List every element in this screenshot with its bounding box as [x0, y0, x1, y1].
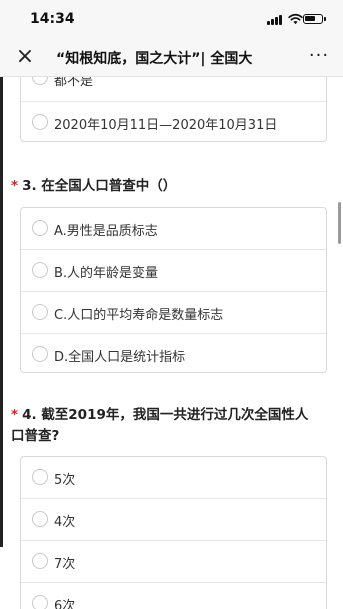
nav-bar: × “知根知底，国之大计”| 全国大 ···	[0, 38, 343, 77]
option-label: 4次	[54, 515, 76, 530]
page-title: “知根知底，国之大计”| 全国大	[56, 51, 253, 67]
left-edge-divider	[0, 77, 3, 547]
cellular-signal-icon	[267, 14, 283, 25]
q2-option-none[interactable]: 都不是	[21, 77, 326, 102]
radio-button[interactable]	[32, 553, 48, 569]
option-label: B.人的年龄是变量	[54, 266, 159, 281]
q2-option-date-range[interactable]: 2020年10月11日—2020年10月31日	[21, 102, 326, 142]
q4-option-5[interactable]: 5次	[21, 457, 326, 499]
option-label: 7次	[54, 557, 76, 572]
q3-title: * 3. 在全国人口普查中（）	[11, 176, 311, 197]
option-label: 都不是	[54, 77, 94, 89]
radio-button[interactable]	[32, 469, 48, 485]
close-button[interactable]: ×	[12, 44, 38, 70]
option-label: 5次	[54, 473, 76, 488]
radio-button[interactable]	[32, 262, 48, 278]
q3-option-b[interactable]: B.人的年龄是变量	[21, 250, 326, 292]
radio-button[interactable]	[32, 114, 48, 130]
q4-option-4[interactable]: 4次	[21, 499, 326, 541]
option-label: D.全国人口是统计指标	[54, 350, 186, 365]
survey-content[interactable]: 都不是 2020年10月11日—2020年10月31日 * 3. 在全国人口普查中…	[0, 77, 343, 609]
radio-button[interactable]	[32, 511, 48, 527]
option-label: 6次	[54, 599, 76, 609]
q4-option-7[interactable]: 7次	[21, 541, 326, 583]
wifi-icon	[288, 13, 303, 25]
radio-button[interactable]	[32, 346, 48, 362]
radio-button[interactable]	[32, 304, 48, 320]
radio-button[interactable]	[32, 220, 48, 236]
battery-icon	[303, 14, 326, 24]
radio-button[interactable]	[32, 595, 48, 609]
required-marker: *	[11, 178, 19, 194]
q4-option-6[interactable]: 6次	[21, 583, 326, 609]
more-menu-button[interactable]: ···	[307, 44, 331, 70]
q4-title-text: 4. 截至2019年，我国一共进行过几次全国性人口普查?	[11, 407, 309, 444]
option-label: A.男性是品质标志	[54, 224, 158, 239]
q3-options-group: A.男性是品质标志 B.人的年龄是变量 C.人口的平均寿命是数量标志 D.全国人…	[20, 207, 327, 373]
status-time: 14:34	[30, 11, 75, 27]
status-bar: 14:34	[0, 0, 343, 38]
q3-option-d[interactable]: D.全国人口是统计指标	[21, 334, 326, 375]
q4-options-group: 5次 4次 7次 6次	[20, 456, 327, 609]
radio-button[interactable]	[32, 77, 48, 85]
q3-title-text: 3. 在全国人口普查中（）	[22, 178, 177, 194]
option-label: 2020年10月11日—2020年10月31日	[54, 118, 278, 133]
q3-option-a[interactable]: A.男性是品质标志	[21, 208, 326, 250]
q2-options-group: 都不是 2020年10月11日—2020年10月31日	[20, 77, 327, 142]
q4-title: * 4. 截至2019年，我国一共进行过几次全国性人口普查?	[11, 405, 311, 447]
option-label: C.人口的平均寿命是数量标志	[54, 308, 224, 323]
required-marker: *	[11, 407, 19, 423]
q3-option-c[interactable]: C.人口的平均寿命是数量标志	[21, 292, 326, 334]
scrollbar-thumb[interactable]	[338, 202, 341, 244]
